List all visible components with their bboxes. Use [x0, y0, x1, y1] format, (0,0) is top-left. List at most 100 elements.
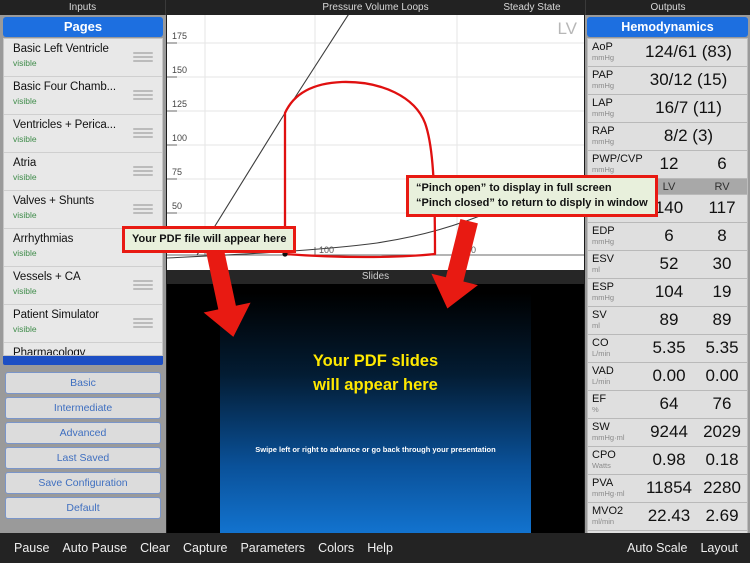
- metric-value-right: 89: [712, 310, 732, 329]
- metric-unit: ml/min: [592, 517, 615, 526]
- toolbar-right-group: Auto Scale Layout: [614, 533, 738, 563]
- toolbar-clear[interactable]: Clear: [140, 533, 170, 563]
- page-list-item[interactable]: Basic Left Ventricle visible: [4, 39, 162, 77]
- page-list-item[interactable]: Pharmacologyvisible: [4, 343, 162, 356]
- metric-label: VAD L/min: [592, 365, 614, 386]
- metric-value-right: 6: [717, 154, 727, 173]
- slide-subtitle: Swipe left or right to advance or go bac…: [255, 445, 496, 454]
- metric-unit: %: [592, 405, 599, 414]
- inputs-sidebar: Pages Basic Left Ventricle visible Basic F…: [0, 15, 166, 533]
- metric-name: MVO2: [592, 505, 624, 517]
- bottom-toolbar: Pause Auto Pause Clear Capture Parameters Col…: [0, 533, 750, 563]
- page-list-item[interactable]: Valves + Shunts visible: [4, 191, 162, 229]
- y-tick-75: 75: [172, 167, 183, 177]
- toolbar-parameters[interactable]: Parameters: [240, 533, 305, 563]
- hemo-row: RAP mmHg 8/2 (3): [588, 123, 747, 151]
- page-list-item[interactable]: Basic Four Chamb... visible: [4, 77, 162, 115]
- pages-list-scrollbar[interactable]: [3, 356, 163, 365]
- metric-name: CPO: [592, 449, 616, 461]
- toolbar-layout[interactable]: Layout: [700, 533, 738, 563]
- metric-value-right: 76: [712, 394, 732, 413]
- toolbar-colors[interactable]: Colors: [318, 533, 354, 563]
- drag-handle-icon[interactable]: [133, 280, 153, 290]
- slides-viewer[interactable]: Your PDF slides will appear here Swipe l…: [167, 284, 584, 533]
- metric-value-right: 0.00: [705, 366, 739, 385]
- hemo-row: MVO2 ml/min 22.43 2.69: [588, 503, 747, 531]
- metric-label: ESV ml: [592, 253, 614, 274]
- metric-unit: mmHg: [592, 293, 615, 302]
- drag-handle-icon[interactable]: [133, 204, 153, 214]
- pages-list[interactable]: Basic Left Ventricle visible Basic Four Ch…: [3, 38, 163, 356]
- toolbar-auto-scale[interactable]: Auto Scale: [627, 533, 687, 563]
- metric-value-right: 30: [712, 254, 732, 273]
- metric-value: 8/2 (3): [663, 126, 714, 145]
- y-tick-150: 150: [172, 65, 188, 75]
- page-list-item[interactable]: Vessels + CA visible: [4, 267, 162, 305]
- app-window: Inputs Pressure Volume Loops Steady Stat…: [0, 0, 750, 563]
- inputs-panel-title: Inputs: [0, 0, 166, 15]
- slide-title-line2: will appear here: [313, 376, 438, 394]
- drag-handle-icon[interactable]: [133, 166, 153, 176]
- drag-handle-icon[interactable]: [133, 318, 153, 328]
- hemo-row: SW mmHg·ml 9244 2029: [588, 419, 747, 447]
- hemo-row: PVA mmHg·ml 11854 2280: [588, 475, 747, 503]
- metric-name: PWP/CVP: [592, 153, 643, 165]
- config-button-advanced[interactable]: Advanced: [5, 422, 161, 444]
- drag-handle-icon[interactable]: [133, 52, 153, 62]
- page-item-label: Pharmacology: [13, 347, 86, 356]
- pages-header: Pages: [3, 17, 163, 37]
- metric-label: SV ml: [592, 309, 607, 330]
- x-tick-100: 100: [319, 245, 335, 255]
- hemo-row: SV ml 89 89: [588, 307, 747, 335]
- metric-value-right: 19: [712, 282, 732, 301]
- metric-value: 124/61 (83): [645, 42, 732, 61]
- metric-value-right: 5.35: [705, 338, 739, 357]
- toolbar-pause[interactable]: Pause: [14, 533, 49, 563]
- metric-name: ESP: [592, 281, 615, 293]
- toolbar-help[interactable]: Help: [367, 533, 393, 563]
- metric-value-left: 22.43: [647, 506, 691, 525]
- metric-label: EF%: [592, 393, 606, 414]
- metric-name: SW: [592, 421, 610, 433]
- config-button-last-saved[interactable]: Last Saved: [5, 447, 161, 469]
- hemo-row: EDP mmHg 6 8: [588, 223, 747, 251]
- metric-value-left: 11854: [645, 478, 692, 497]
- config-button-intermediate[interactable]: Intermediate: [5, 397, 161, 419]
- toolbar-auto-pause[interactable]: Auto Pause: [62, 533, 127, 563]
- callout-pinch-instructions: “Pinch open” to display in full screen “…: [406, 175, 658, 217]
- page-list-item[interactable]: Atria visible: [4, 153, 162, 191]
- hemo-row: PAP mmHg 30/12 (15): [588, 67, 747, 95]
- hemo-row: ESP mmHg 104 19: [588, 279, 747, 307]
- slide-title-line1: Your PDF slides: [312, 352, 439, 370]
- callout-pdf-file: Your PDF file will appear here: [122, 226, 297, 253]
- slides-header: Slides: [167, 270, 584, 284]
- page-list-item[interactable]: Ventricles + Perica... visible: [4, 115, 162, 153]
- metric-label: PVA mmHg·ml: [592, 477, 625, 498]
- chart-chamber-label: LV: [557, 19, 577, 38]
- hemo-row: CPO Watts 0.98 0.18: [588, 447, 747, 475]
- metric-label: EDP mmHg: [592, 225, 615, 246]
- metric-value-right: 0.18: [705, 450, 739, 469]
- metric-value-right: 2029: [703, 422, 741, 441]
- toolbar-capture[interactable]: Capture: [183, 533, 227, 563]
- metric-value-left: 0.00: [652, 366, 686, 385]
- slide-canvas[interactable]: Your PDF slides will appear here Swipe l…: [220, 293, 531, 533]
- config-button-basic[interactable]: Basic: [5, 372, 161, 394]
- metric-value-right: 117: [708, 198, 736, 217]
- config-button-save-configuration[interactable]: Save Configuration: [5, 472, 161, 494]
- metric-unit: ml: [592, 265, 600, 274]
- drag-handle-icon[interactable]: [133, 90, 153, 100]
- config-button-default[interactable]: Default: [5, 497, 161, 519]
- drag-handle-icon[interactable]: [133, 128, 153, 138]
- top-title-bar: Inputs Pressure Volume Loops Steady Stat…: [0, 0, 750, 15]
- x-tick-150: 150: [461, 245, 477, 255]
- y-tick-125: 125: [172, 99, 188, 109]
- metric-name: PVA: [592, 477, 614, 489]
- hemo-row: ESV ml 52 30: [588, 251, 747, 279]
- metric-value-left: 12: [659, 154, 679, 173]
- metric-value: 30/12 (15): [649, 70, 728, 89]
- metric-name: EDP: [592, 225, 615, 237]
- page-list-item[interactable]: Patient Simulator visible: [4, 305, 162, 343]
- metric-name: CO: [592, 337, 609, 349]
- metric-value-right: 2280: [703, 478, 741, 497]
